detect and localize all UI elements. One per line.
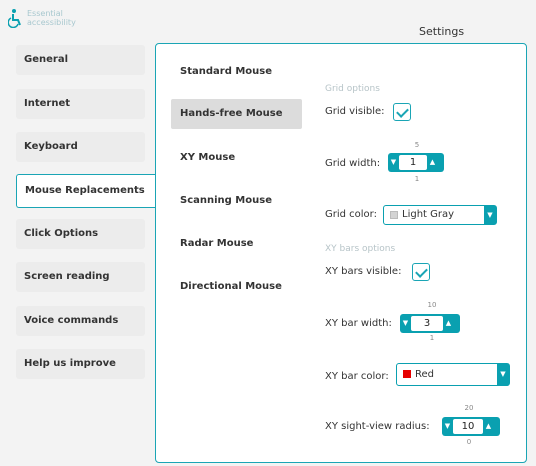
grid-color-swatch xyxy=(390,211,398,219)
submenu-hands-free-mouse[interactable]: Hands-free Mouse xyxy=(171,99,302,129)
submenu-xy-mouse[interactable]: XY Mouse xyxy=(171,143,302,173)
app-logo: Essential accessibility xyxy=(7,8,76,29)
grid-visible-label: Grid visible: xyxy=(325,106,385,117)
grid-width-increment-button[interactable]: ▲ xyxy=(427,153,438,172)
accessibility-icon xyxy=(7,8,24,29)
nav-item-mouse-replacements[interactable]: Mouse Replacements xyxy=(16,174,156,208)
nav-item-voice-commands[interactable]: Voice commands xyxy=(16,306,145,336)
grid-width-value[interactable]: 1 xyxy=(399,155,427,170)
chevron-down-icon: ▼ xyxy=(484,206,496,224)
xy-bars-visible-checkbox[interactable] xyxy=(412,263,430,281)
xy-bar-width-stepper: ▼ 3 ▲ xyxy=(400,314,460,333)
submenu-directional-mouse[interactable]: Directional Mouse xyxy=(171,272,302,302)
xy-sight-view-radius-increment-button[interactable]: ▲ xyxy=(483,417,494,436)
xy-bar-width-value[interactable]: 3 xyxy=(411,316,443,331)
grid-options-heading: Grid options xyxy=(325,84,380,94)
chevron-down-icon: ▼ xyxy=(497,364,509,385)
xy-bar-color-select[interactable]: Red ▼ xyxy=(396,363,510,386)
xy-sight-view-radius-decrement-button[interactable]: ▼ xyxy=(442,417,453,436)
settings-panel: Standard Mouse Hands-free Mouse XY Mouse… xyxy=(155,43,527,463)
grid-visible-checkbox[interactable] xyxy=(393,103,411,121)
page-title: Settings xyxy=(419,25,465,38)
grid-width-label: Grid width: xyxy=(325,158,381,169)
nav-item-keyboard[interactable]: Keyboard xyxy=(16,132,145,162)
xy-sight-view-radius-label: XY sight-view radius: xyxy=(325,421,430,432)
grid-width-stepper: ▼ 1 ▲ xyxy=(388,153,444,172)
grid-width-decrement-button[interactable]: ▼ xyxy=(388,153,399,172)
xy-bar-width-max: 10 xyxy=(427,301,437,309)
nav-item-general[interactable]: General xyxy=(16,45,145,75)
nav-item-help-us-improve[interactable]: Help us improve xyxy=(16,349,145,379)
xy-bar-width-label: XY bar width: xyxy=(325,318,392,329)
nav-item-internet[interactable]: Internet xyxy=(16,89,145,119)
xy-bar-width-decrement-button[interactable]: ▼ xyxy=(400,314,411,333)
xy-bars-visible-label: XY bars visible: xyxy=(325,266,402,277)
xy-bar-color-label: XY bar color: xyxy=(325,371,389,382)
logo-line-2: accessibility xyxy=(27,18,76,27)
submenu-scanning-mouse[interactable]: Scanning Mouse xyxy=(171,186,302,216)
grid-width-max: 5 xyxy=(414,141,420,149)
grid-color-select[interactable]: Light Gray ▼ xyxy=(383,205,497,225)
nav-item-screen-reading[interactable]: Screen reading xyxy=(16,262,145,292)
xy-sight-view-radius-max: 20 xyxy=(464,404,474,412)
nav-item-click-options[interactable]: Click Options xyxy=(16,219,145,249)
grid-width-min: 1 xyxy=(414,175,420,183)
xy-bar-color-value: Red xyxy=(415,369,434,380)
logo-line-1: Essential xyxy=(27,9,63,18)
xy-bars-options-heading: XY bars options xyxy=(325,244,396,254)
submenu-radar-mouse[interactable]: Radar Mouse xyxy=(171,229,302,259)
grid-color-label: Grid color: xyxy=(325,209,377,220)
logo-text: Essential accessibility xyxy=(27,9,76,27)
xy-sight-view-radius-stepper: ▼ 10 ▲ xyxy=(442,417,500,436)
xy-bar-color-swatch xyxy=(403,370,411,378)
xy-bar-width-increment-button[interactable]: ▲ xyxy=(443,314,454,333)
submenu-standard-mouse[interactable]: Standard Mouse xyxy=(171,57,302,87)
grid-color-value: Light Gray xyxy=(402,209,455,220)
xy-sight-view-radius-min: 0 xyxy=(466,438,472,446)
xy-sight-view-radius-value[interactable]: 10 xyxy=(453,419,483,434)
xy-bar-width-min: 1 xyxy=(429,334,435,342)
